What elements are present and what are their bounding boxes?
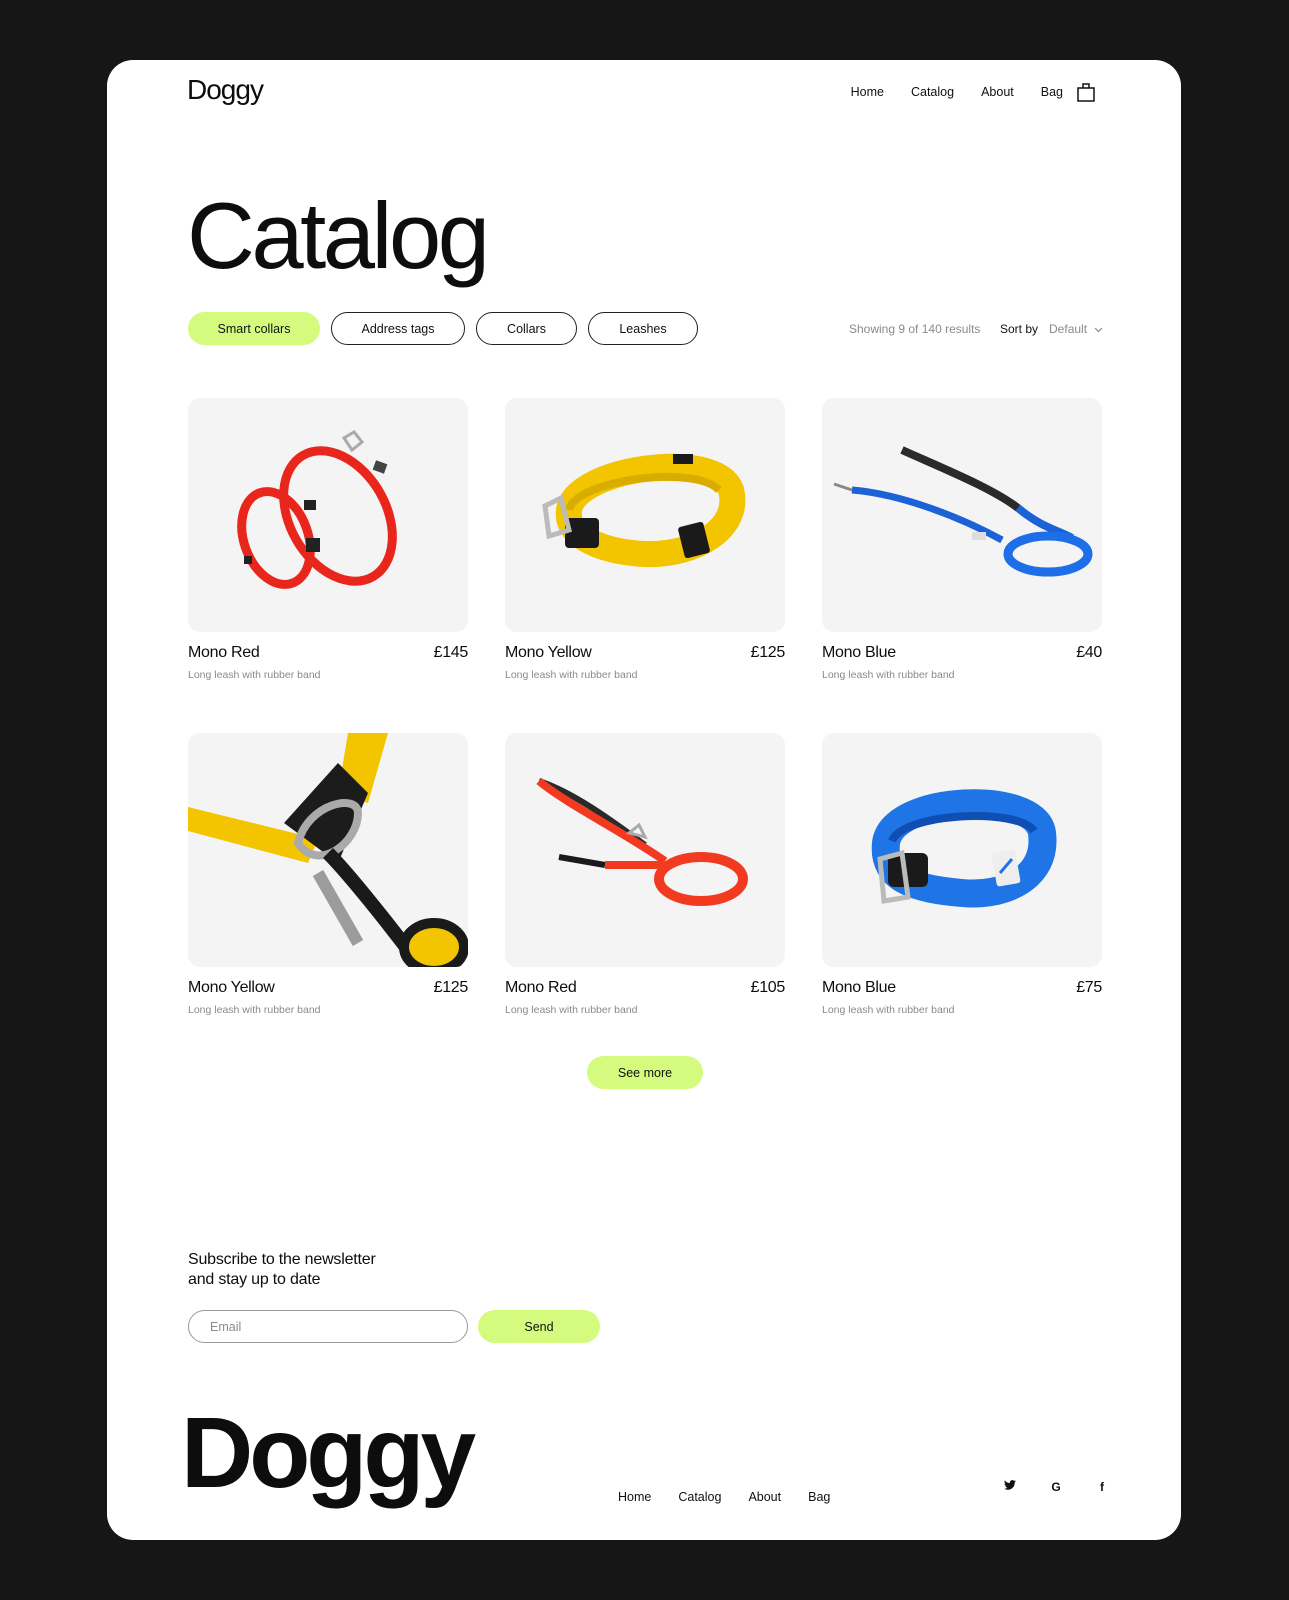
category-filters: Smart collars Address tags Collars Leash… xyxy=(188,312,698,345)
chevron-down-icon xyxy=(1094,322,1103,336)
page-title: Catalog xyxy=(187,183,490,288)
product-image-blue-collar[interactable] xyxy=(822,733,1102,967)
nav-about[interactable]: About xyxy=(981,85,1014,99)
product-image-red-leash[interactable] xyxy=(505,733,785,967)
filter-collars[interactable]: Collars xyxy=(476,312,577,345)
newsletter-line-1: Subscribe to the newsletter xyxy=(188,1251,376,1268)
product-price: £75 xyxy=(1076,979,1102,996)
product-description: Long leash with rubber band xyxy=(822,669,955,681)
results-count: Showing 9 of 140 results xyxy=(849,322,981,336)
footer-nav-home[interactable]: Home xyxy=(618,1490,651,1504)
product-name[interactable]: Mono Red xyxy=(188,644,260,662)
product-name[interactable]: Mono Blue xyxy=(822,979,896,997)
product-card[interactable]: Mono Yellow £125 Long leash with rubber … xyxy=(505,398,785,681)
email-input[interactable] xyxy=(188,1310,468,1343)
product-description: Long leash with rubber band xyxy=(822,1004,955,1016)
product-card[interactable]: Mono Blue £40 Long leash with rubber ban… xyxy=(822,398,1102,681)
product-card[interactable]: Mono Yellow £125 Long leash with rubber … xyxy=(188,733,468,1016)
product-price: £105 xyxy=(750,979,786,996)
nav-bag[interactable]: Bag xyxy=(1041,85,1063,99)
nav-catalog[interactable]: Catalog xyxy=(911,85,954,99)
product-name[interactable]: Mono Blue xyxy=(822,644,896,662)
footer-nav-bag[interactable]: Bag xyxy=(808,1490,830,1504)
product-description: Long leash with rubber band xyxy=(188,669,321,681)
brand-logo[interactable]: Doggy xyxy=(187,74,264,106)
sort-label: Sort by xyxy=(1000,322,1039,336)
footer-nav-about[interactable]: About xyxy=(748,1490,781,1504)
product-name[interactable]: Mono Yellow xyxy=(505,644,592,662)
footer-logo: Doggy xyxy=(181,1397,476,1509)
filter-smart-collars[interactable]: Smart collars xyxy=(188,312,320,345)
main-nav: Home Catalog About Bag xyxy=(824,82,1095,102)
product-price: £125 xyxy=(750,644,786,661)
page-card: Doggy Home Catalog About Bag Catalog Sma… xyxy=(107,60,1181,1540)
product-image-blue-leash[interactable] xyxy=(822,398,1102,632)
nav-home[interactable]: Home xyxy=(851,85,884,99)
see-more-button[interactable]: See more xyxy=(587,1056,703,1089)
sort-value: Default xyxy=(1049,322,1088,336)
product-description: Long leash with rubber band xyxy=(505,1004,638,1016)
product-card[interactable]: Mono Blue £75 Long leash with rubber ban… xyxy=(822,733,1102,1016)
product-card[interactable]: Mono Red £145 Long leash with rubber ban… xyxy=(188,398,468,681)
footer-nav-catalog[interactable]: Catalog xyxy=(678,1490,721,1504)
newsletter-line-2: and stay up to date xyxy=(188,1271,321,1288)
product-price: £145 xyxy=(433,644,469,661)
send-button[interactable]: Send xyxy=(478,1310,600,1343)
product-price: £125 xyxy=(433,979,469,996)
product-price: £40 xyxy=(1076,644,1102,661)
sort-dropdown[interactable]: Sort by Default xyxy=(1000,322,1103,336)
product-image-red-harness[interactable] xyxy=(188,398,468,632)
shopping-bag-icon[interactable] xyxy=(1077,82,1095,102)
filter-leashes[interactable]: Leashes xyxy=(588,312,698,345)
filter-address-tags[interactable]: Address tags xyxy=(331,312,465,345)
product-image-yellow-collar[interactable] xyxy=(505,398,785,632)
product-name[interactable]: Mono Red xyxy=(505,979,577,997)
social-links: G f xyxy=(987,1480,1125,1494)
product-name[interactable]: Mono Yellow xyxy=(188,979,275,997)
product-grid: Mono Red £145 Long leash with rubber ban… xyxy=(188,398,1102,1016)
product-description: Long leash with rubber band xyxy=(188,1004,321,1016)
google-icon[interactable]: G xyxy=(1033,1480,1079,1494)
newsletter-heading: Subscribe to the newsletter and stay up … xyxy=(188,1250,376,1290)
footer-nav: Home Catalog About Bag xyxy=(618,1490,857,1504)
product-description: Long leash with rubber band xyxy=(505,669,638,681)
product-card[interactable]: Mono Red £105 Long leash with rubber ban… xyxy=(505,733,785,1016)
twitter-icon[interactable] xyxy=(987,1480,1033,1494)
product-image-yellow-carabiner[interactable] xyxy=(188,733,468,967)
facebook-icon[interactable]: f xyxy=(1079,1480,1125,1494)
